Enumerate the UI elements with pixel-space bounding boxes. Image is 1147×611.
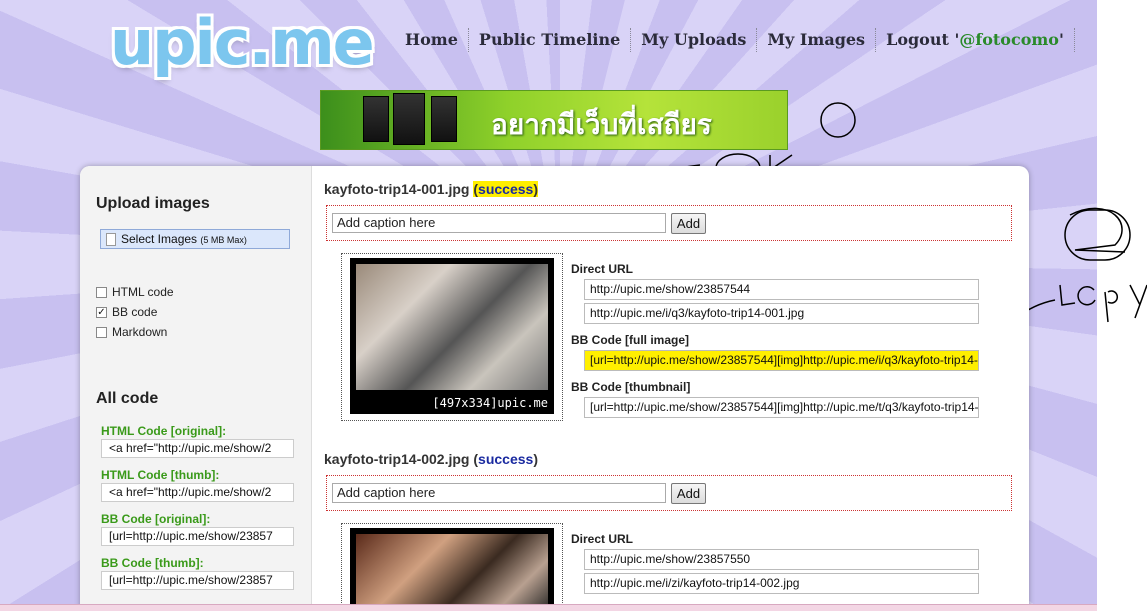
filename-text: kayfoto-trip14-001.jpg [324,181,470,197]
thumbnail-image[interactable]: [497x334]upic.me [350,258,554,414]
direct-image-url-field[interactable]: http://upic.me/i/zi/kayfoto-trip14-002.j… [584,573,979,594]
caption-input[interactable]: Add caption here [332,213,666,233]
bb-thumb-field[interactable]: [url=http://upic.me/show/23857544][img]h… [584,397,979,418]
bb-thumb-label: BB Code [thumbnail] [571,380,691,394]
annotation-circle-one [820,102,856,138]
code-label-bb-original: BB Code [original]: [101,512,211,526]
thumbnail-image[interactable] [350,528,554,611]
bb-full-field[interactable]: [url=http://upic.me/show/23857544][img]h… [584,350,979,371]
select-images-label: Select Images [121,232,198,246]
option-html-code[interactable]: HTML code [96,285,174,299]
option-label: Markdown [112,325,168,339]
all-code-title: All code [96,390,159,407]
upload-filename: kayfoto-trip14-002.jpg (success) [324,451,538,467]
direct-url-label: Direct URL [571,262,634,276]
file-icon [106,233,116,246]
annotation-copy [1059,284,1147,323]
checkbox-bb-code[interactable]: ✓ [96,306,107,318]
code-field-bb-thumb[interactable]: [url=http://upic.me/show/23857 [101,571,294,590]
status-text: success [478,181,534,197]
code-label-html-original: HTML Code [original]: [101,424,227,438]
caption-form: Add caption here Add [326,205,1012,241]
bb-full-label: BB Code [full image] [571,333,690,347]
select-images-hint: (5 MB Max) [200,235,247,245]
add-caption-button[interactable]: Add [671,213,706,234]
caption-input[interactable]: Add caption here [332,483,666,503]
image-dimensions: [497x334]upic.me [432,396,548,410]
thumbnail-frame: [497x334]upic.me [341,253,563,421]
thumbnail-frame [341,523,563,611]
direct-url-field[interactable]: http://upic.me/show/23857550 [584,549,979,570]
option-bb-code[interactable]: ✓ BB code [96,305,157,319]
bottom-bar [0,604,1097,611]
upload-filename: kayfoto-trip14-001.jpg (success) [324,181,538,197]
option-label: BB code [112,305,158,319]
status-text: success [478,451,534,467]
code-field-html-thumb[interactable]: <a href="http://upic.me/show/2 [101,483,294,502]
option-label: HTML code [112,285,174,299]
option-markdown[interactable]: Markdown [96,325,167,339]
add-caption-button[interactable]: Add [671,483,706,504]
direct-image-url-field[interactable]: http://upic.me/i/q3/kayfoto-trip14-001.j… [584,303,979,324]
annotation-two [1069,207,1126,253]
direct-url-field[interactable]: http://upic.me/show/23857544 [584,279,979,300]
code-field-bb-original[interactable]: [url=http://upic.me/show/23857 [101,527,294,546]
code-label-html-thumb: HTML Code [thumb]: [101,468,220,482]
photo [356,534,548,611]
select-images-button[interactable]: Select Images (5 MB Max) [100,229,290,249]
filename-text: kayfoto-trip14-002.jpg [324,451,470,467]
status-badge: (success) [473,451,538,467]
caption-form: Add caption here Add [326,475,1012,511]
upload-images-title: Upload images [96,195,210,212]
direct-url-label: Direct URL [571,532,634,546]
checkbox-markdown[interactable] [96,326,107,338]
code-field-html-original[interactable]: <a href="http://upic.me/show/2 [101,439,294,458]
code-label-bb-thumb: BB Code [thumb]: [101,556,204,570]
checkbox-html-code[interactable] [96,286,107,298]
sidebar: Upload images Select Images (5 MB Max) H… [80,166,312,611]
status-badge: (success) [473,181,538,197]
photo [356,264,548,390]
upload-panel: Upload images Select Images (5 MB Max) H… [80,166,1029,611]
